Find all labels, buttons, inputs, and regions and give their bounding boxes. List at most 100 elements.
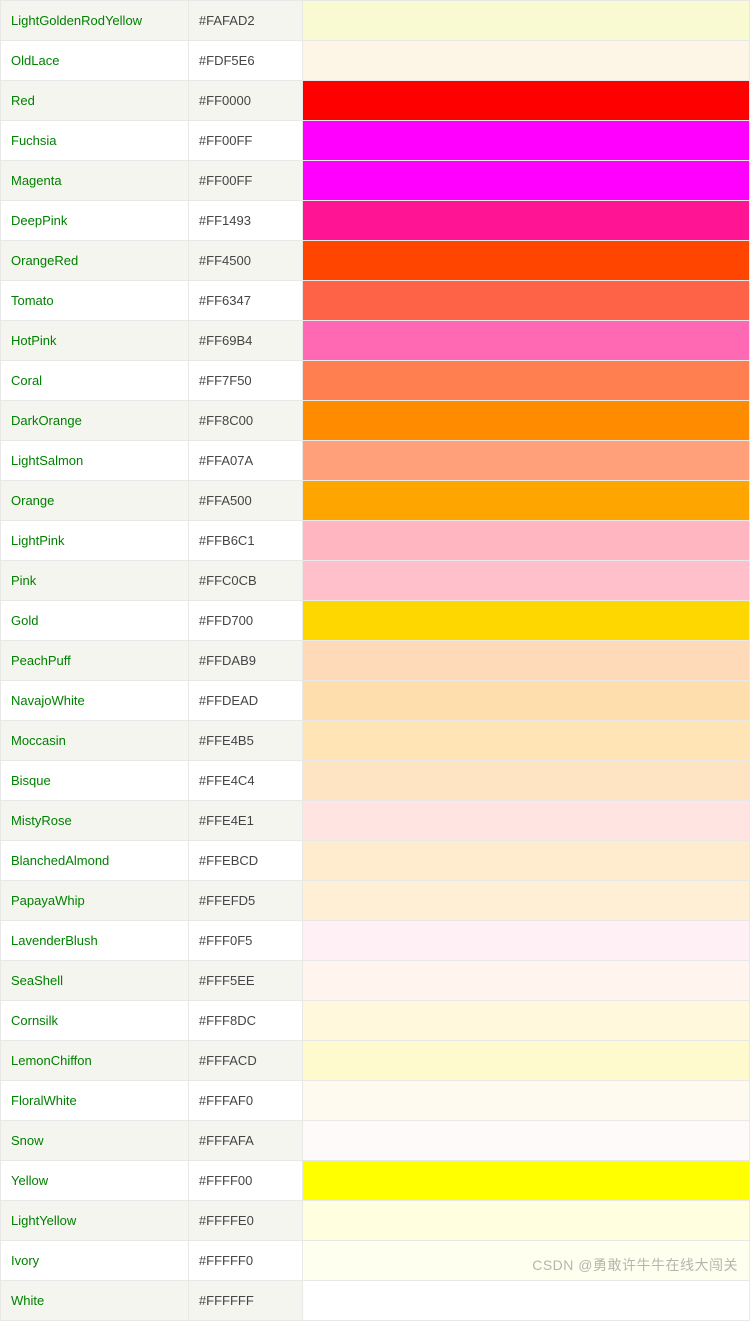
color-name: Gold: [1, 601, 189, 641]
table-row: Orange#FFA500: [1, 481, 750, 521]
color-hex: #FFFACD: [188, 1041, 302, 1081]
color-swatch: [302, 1281, 749, 1321]
color-swatch: [302, 1161, 749, 1201]
table-row: LightPink#FFB6C1: [1, 521, 750, 561]
color-hex: #FFFFE0: [188, 1201, 302, 1241]
color-hex: #FF69B4: [188, 321, 302, 361]
color-hex: #FF00FF: [188, 161, 302, 201]
table-row: Fuchsia#FF00FF: [1, 121, 750, 161]
color-hex: #FFF0F5: [188, 921, 302, 961]
color-name: PapayaWhip: [1, 881, 189, 921]
color-name: LemonChiffon: [1, 1041, 189, 1081]
color-hex: #FFF5EE: [188, 961, 302, 1001]
color-swatch: [302, 1081, 749, 1121]
color-swatch: [302, 761, 749, 801]
color-swatch: [302, 401, 749, 441]
color-swatch: [302, 1241, 749, 1281]
color-name: OldLace: [1, 41, 189, 81]
table-row: FloralWhite#FFFAF0: [1, 1081, 750, 1121]
color-table: LightGoldenRodYellow#FAFAD2OldLace#FDF5E…: [0, 0, 750, 1321]
table-row: Bisque#FFE4C4: [1, 761, 750, 801]
table-row: PapayaWhip#FFEFD5: [1, 881, 750, 921]
color-name: Ivory: [1, 1241, 189, 1281]
color-hex: #FF00FF: [188, 121, 302, 161]
color-name: Cornsilk: [1, 1001, 189, 1041]
color-swatch: [302, 321, 749, 361]
color-hex: #FDF5E6: [188, 41, 302, 81]
color-hex: #FFFFFF: [188, 1281, 302, 1321]
color-hex: #FFFAFA: [188, 1121, 302, 1161]
color-swatch: [302, 921, 749, 961]
table-row: LightSalmon#FFA07A: [1, 441, 750, 481]
color-hex: #FF8C00: [188, 401, 302, 441]
table-row: SeaShell#FFF5EE: [1, 961, 750, 1001]
color-name: Fuchsia: [1, 121, 189, 161]
color-name: Yellow: [1, 1161, 189, 1201]
color-table-body: LightGoldenRodYellow#FAFAD2OldLace#FDF5E…: [1, 1, 750, 1321]
color-swatch: [302, 1001, 749, 1041]
color-hex: #FFE4C4: [188, 761, 302, 801]
color-name: MistyRose: [1, 801, 189, 841]
color-hex: #FFA07A: [188, 441, 302, 481]
table-row: NavajoWhite#FFDEAD: [1, 681, 750, 721]
color-swatch: [302, 1, 749, 41]
color-name: LightPink: [1, 521, 189, 561]
color-hex: #FF4500: [188, 241, 302, 281]
color-swatch: [302, 601, 749, 641]
color-name: LightGoldenRodYellow: [1, 1, 189, 41]
color-name: PeachPuff: [1, 641, 189, 681]
color-hex: #FFE4E1: [188, 801, 302, 841]
color-swatch: [302, 241, 749, 281]
color-name: Orange: [1, 481, 189, 521]
color-hex: #FF7F50: [188, 361, 302, 401]
color-name: LavenderBlush: [1, 921, 189, 961]
table-row: White#FFFFFF: [1, 1281, 750, 1321]
color-swatch: [302, 521, 749, 561]
color-hex: #FFE4B5: [188, 721, 302, 761]
table-row: OldLace#FDF5E6: [1, 41, 750, 81]
table-row: Red#FF0000: [1, 81, 750, 121]
color-swatch: [302, 361, 749, 401]
table-row: Coral#FF7F50: [1, 361, 750, 401]
color-swatch: [302, 1201, 749, 1241]
color-swatch: [302, 641, 749, 681]
color-swatch: [302, 1041, 749, 1081]
table-row: DeepPink#FF1493: [1, 201, 750, 241]
color-swatch: [302, 561, 749, 601]
table-row: Tomato#FF6347: [1, 281, 750, 321]
table-row: LavenderBlush#FFF0F5: [1, 921, 750, 961]
table-row: Ivory#FFFFF0: [1, 1241, 750, 1281]
color-swatch: [302, 801, 749, 841]
color-name: Snow: [1, 1121, 189, 1161]
table-row: LightYellow#FFFFE0: [1, 1201, 750, 1241]
color-hex: #FFF8DC: [188, 1001, 302, 1041]
color-name: Tomato: [1, 281, 189, 321]
color-name: LightYellow: [1, 1201, 189, 1241]
color-name: FloralWhite: [1, 1081, 189, 1121]
table-row: Moccasin#FFE4B5: [1, 721, 750, 761]
color-hex: #FFDEAD: [188, 681, 302, 721]
color-name: HotPink: [1, 321, 189, 361]
color-swatch: [302, 721, 749, 761]
color-hex: #FFFF00: [188, 1161, 302, 1201]
color-hex: #FFFAF0: [188, 1081, 302, 1121]
color-hex: #FFEBCD: [188, 841, 302, 881]
color-name: DeepPink: [1, 201, 189, 241]
color-name: NavajoWhite: [1, 681, 189, 721]
color-swatch: [302, 41, 749, 81]
table-row: OrangeRed#FF4500: [1, 241, 750, 281]
color-name: BlanchedAlmond: [1, 841, 189, 881]
color-swatch: [302, 841, 749, 881]
table-row: Cornsilk#FFF8DC: [1, 1001, 750, 1041]
table-row: Pink#FFC0CB: [1, 561, 750, 601]
table-row: Gold#FFD700: [1, 601, 750, 641]
color-swatch: [302, 881, 749, 921]
color-name: Bisque: [1, 761, 189, 801]
color-name: OrangeRed: [1, 241, 189, 281]
color-hex: #FFA500: [188, 481, 302, 521]
color-name: Coral: [1, 361, 189, 401]
color-swatch: [302, 961, 749, 1001]
color-hex: #FFB6C1: [188, 521, 302, 561]
color-swatch: [302, 281, 749, 321]
color-name: SeaShell: [1, 961, 189, 1001]
